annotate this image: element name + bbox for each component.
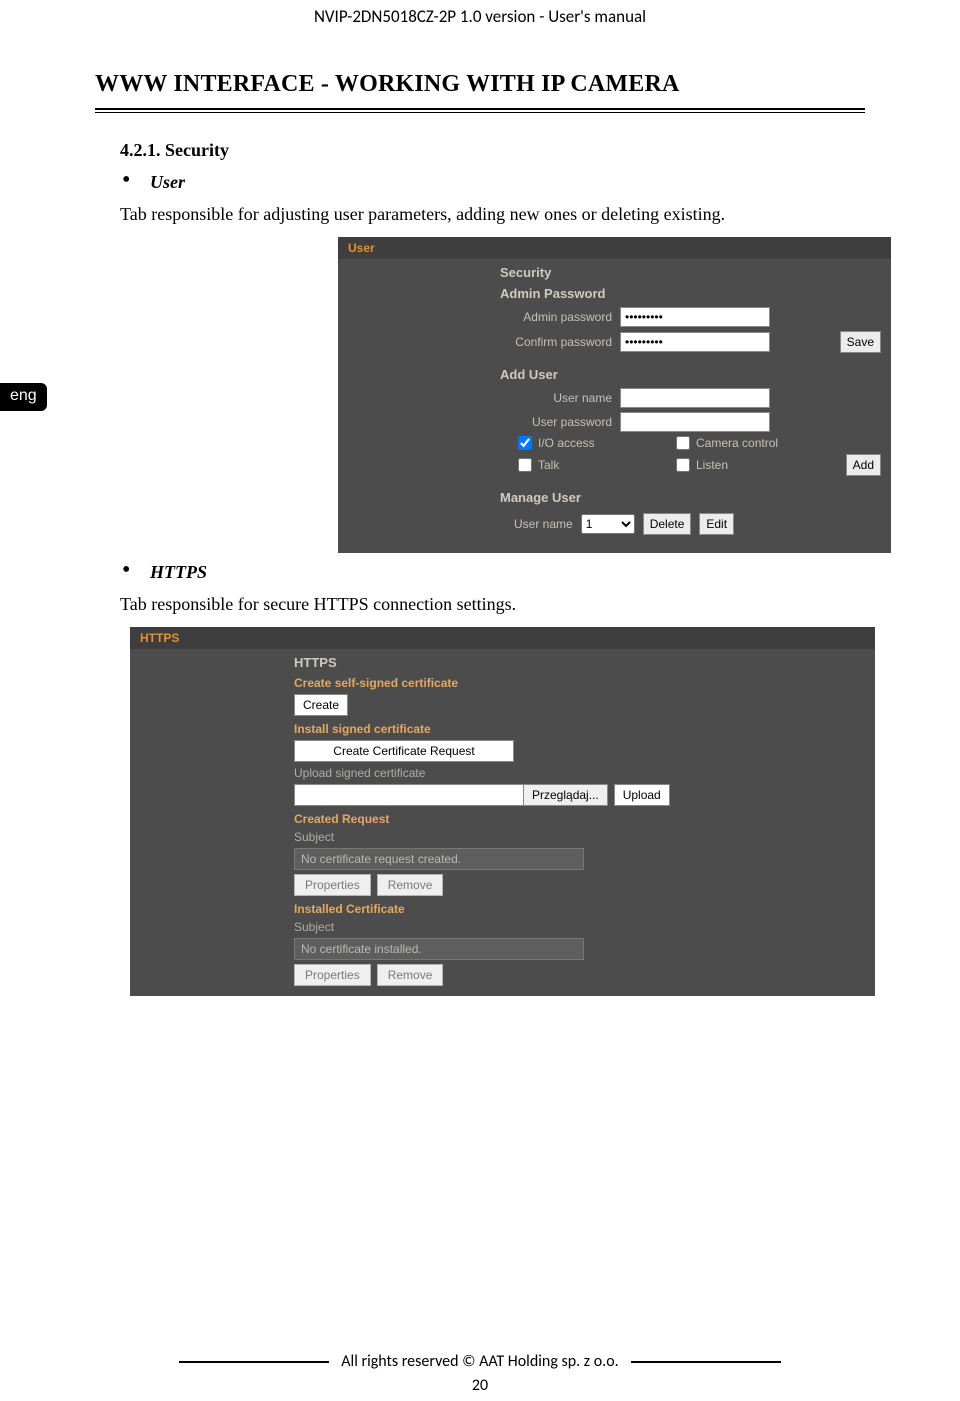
label-manage-user-name: User name (514, 517, 573, 531)
label-user-password: User password (348, 415, 620, 429)
installed-cert-box: No certificate installed. (294, 938, 584, 960)
label-user-name: User name (348, 391, 620, 405)
label-camera-control: Camera control (696, 436, 778, 450)
paragraph-https: Tab responsible for secure HTTPS connect… (120, 591, 865, 617)
label-subject-2: Subject (294, 916, 867, 934)
bullet-https: HTTPS (150, 562, 207, 582)
create-cert-request-button[interactable]: Create Certificate Request (294, 740, 514, 762)
remove-button-1[interactable]: Remove (377, 874, 444, 896)
heading-add-user: Add User (338, 355, 891, 386)
delete-button[interactable]: Delete (643, 513, 692, 535)
listen-checkbox[interactable] (676, 458, 690, 472)
create-button[interactable]: Create (294, 694, 348, 716)
https-panel: HTTPS HTTPS Create self-signed certifica… (130, 627, 875, 996)
created-request-box: No certificate request created. (294, 848, 584, 870)
body-content-2: HTTPS Tab responsible for secure HTTPS c… (120, 559, 865, 617)
tab-https[interactable]: HTTPS (140, 631, 179, 645)
page-title: WWW INTERFACE - WORKING WITH IP CAMERA (95, 71, 865, 98)
camera-control-checkbox[interactable] (676, 436, 690, 450)
panel-tabbar: User (338, 237, 891, 259)
edit-button[interactable]: Edit (699, 513, 734, 535)
label-subject-1: Subject (294, 826, 867, 844)
title-rule (95, 108, 865, 110)
body-content: 4.2.1. Security User Tab responsible for… (120, 137, 865, 227)
page-number: 20 (0, 1376, 960, 1395)
save-button[interactable]: Save (840, 331, 881, 353)
upload-button[interactable]: Upload (614, 784, 670, 806)
section-number: 4.2.1. Security (120, 137, 865, 163)
heading-create-self: Create self-signed certificate (294, 670, 867, 690)
heading-install-signed: Install signed certificate (294, 716, 867, 736)
admin-password-input[interactable] (620, 307, 770, 327)
document-header: NVIP-2DN5018CZ-2P 1.0 version - User's m… (0, 0, 960, 31)
label-io-access: I/O access (538, 436, 595, 450)
add-button[interactable]: Add (846, 454, 881, 476)
bullet-user: User (150, 172, 185, 192)
user-password-input[interactable] (620, 412, 770, 432)
user-select[interactable]: 1 (581, 514, 635, 534)
panel-tabbar-https: HTTPS (130, 627, 875, 649)
talk-checkbox[interactable] (518, 458, 532, 472)
heading-https: HTTPS (294, 653, 867, 670)
tab-user[interactable]: User (348, 241, 375, 255)
label-admin-password: Admin password (348, 310, 620, 324)
label-confirm-password: Confirm password (348, 335, 620, 349)
user-panel: User Security Admin Password Admin passw… (338, 237, 891, 553)
label-upload-signed: Upload signed certificate (294, 762, 867, 780)
confirm-password-input[interactable] (620, 332, 770, 352)
upload-file-input[interactable] (294, 784, 524, 806)
footer-rule-right (631, 1361, 781, 1363)
label-talk: Talk (538, 458, 559, 472)
remove-button-2[interactable]: Remove (377, 964, 444, 986)
footer: All rights reserved © AAT Holding sp. z … (95, 1346, 865, 1371)
paragraph-user: Tab responsible for adjusting user param… (120, 201, 865, 227)
browse-button[interactable]: Przeglądaj... (524, 784, 608, 806)
language-tab: eng (0, 383, 47, 411)
title-block: WWW INTERFACE - WORKING WITH IP CAMERA (95, 71, 865, 113)
heading-created-request: Created Request (294, 806, 867, 826)
user-name-input[interactable] (620, 388, 770, 408)
label-listen: Listen (696, 458, 728, 472)
title-rule-thin (95, 112, 865, 113)
properties-button-1[interactable]: Properties (294, 874, 371, 896)
heading-installed-cert: Installed Certificate (294, 896, 867, 916)
heading-security: Security (338, 259, 891, 284)
io-access-checkbox[interactable] (518, 436, 532, 450)
heading-manage-user: Manage User (338, 478, 891, 509)
footer-rule-left (179, 1361, 329, 1363)
footer-text: All rights reserved © AAT Holding sp. z … (341, 1352, 618, 1371)
heading-admin-password: Admin Password (338, 284, 891, 305)
properties-button-2[interactable]: Properties (294, 964, 371, 986)
